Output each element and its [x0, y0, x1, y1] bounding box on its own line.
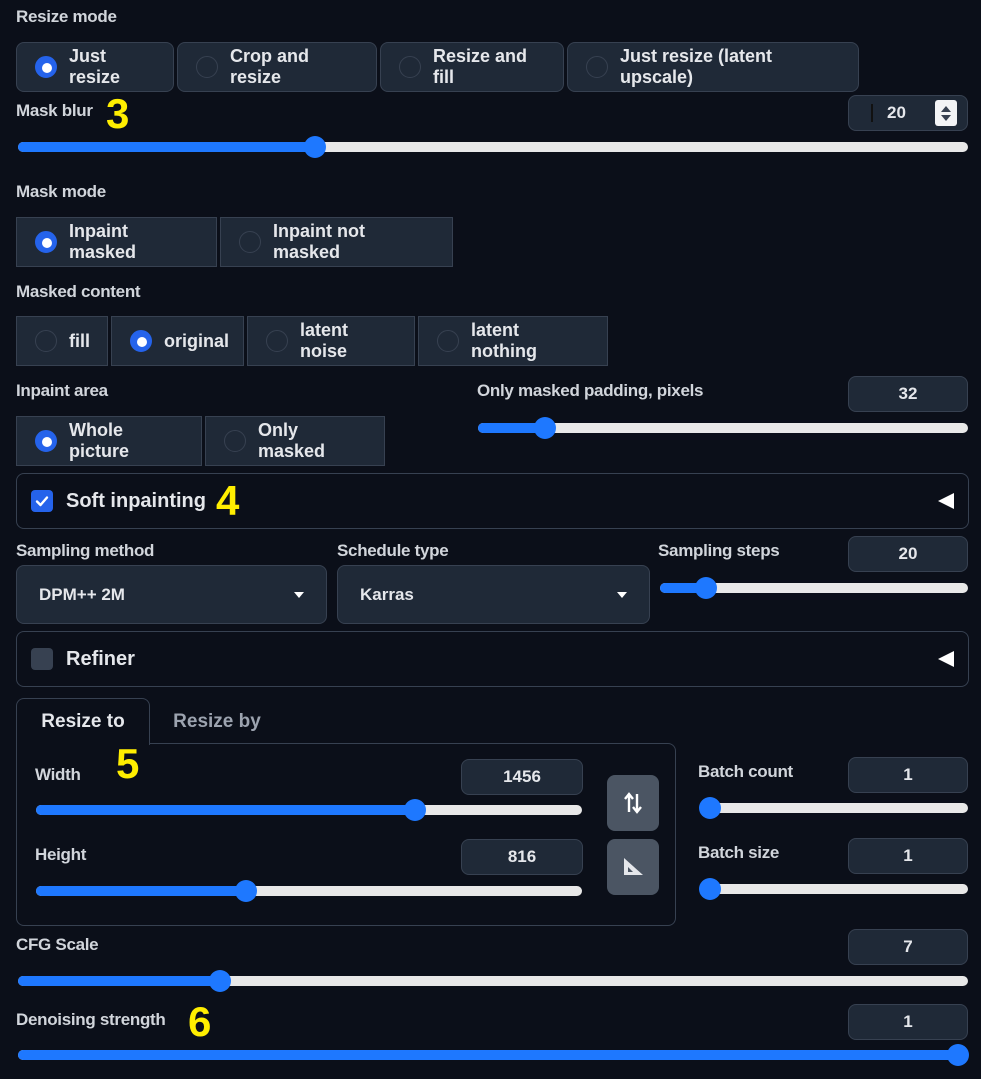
tab-resize-to[interactable]: Resize to	[16, 698, 150, 745]
height-number-input[interactable]: 816	[461, 839, 583, 875]
radio-resize-and-fill[interactable]: Resize and fill	[380, 42, 564, 92]
radio-indicator-selected	[35, 430, 57, 452]
cfg-scale-label: CFG Scale	[16, 935, 99, 954]
radio-crop-and-resize[interactable]: Crop and resize	[177, 42, 377, 92]
soft-inpainting-title: Soft inpainting	[66, 489, 206, 512]
radio-indicator	[586, 56, 608, 78]
width-number-input[interactable]: 1456	[461, 759, 583, 795]
annotation-6: 6	[188, 998, 212, 1045]
resize-mode-label: Resize mode	[16, 7, 117, 26]
batch-count-slider[interactable]	[699, 797, 968, 819]
mask-blur-label: Mask blur	[16, 101, 93, 120]
sampling-steps-slider[interactable]	[660, 577, 968, 599]
height-label: Height	[35, 845, 87, 864]
radio-indicator	[399, 56, 421, 78]
slider-thumb[interactable]	[695, 577, 718, 599]
slider-thumb[interactable]	[947, 1044, 969, 1066]
mask-mode-radio-group: Inpaint masked Inpaint not masked	[16, 217, 453, 267]
aspect-ratio-icon	[624, 858, 643, 875]
batch-size-slider[interactable]	[699, 878, 968, 900]
batch-count-number-input[interactable]: 1	[848, 757, 968, 793]
slider-thumb[interactable]	[534, 417, 557, 439]
chevron-down-icon	[294, 591, 304, 598]
sampling-method-label: Sampling method	[16, 541, 155, 560]
radio-whole-picture[interactable]: Whole picture	[16, 416, 202, 466]
sampling-steps-label: Sampling steps	[658, 541, 780, 560]
collapse-caret-icon[interactable]	[938, 651, 954, 667]
radio-original[interactable]: original	[111, 316, 244, 366]
text-cursor	[871, 104, 873, 122]
refiner-checkbox[interactable]	[31, 648, 53, 670]
inpaint-area-radio-group: Whole picture Only masked	[16, 416, 385, 466]
mask-mode-label: Mask mode	[16, 182, 106, 201]
width-slider[interactable]	[36, 799, 582, 821]
denoising-strength-label: Denoising strength	[16, 1010, 166, 1029]
masked-content-label: Masked content	[16, 282, 141, 301]
radio-just-resize[interactable]: Just resize	[16, 42, 174, 92]
radio-indicator	[266, 330, 288, 352]
slider-thumb[interactable]	[209, 970, 232, 992]
inpaint-area-label: Inpaint area	[16, 381, 108, 400]
schedule-type-label: Schedule type	[337, 541, 449, 560]
resize-mode-radio-group: Just resize Crop and resize Resize and f…	[16, 42, 859, 92]
swap-dimensions-button[interactable]	[607, 775, 659, 831]
checkmark-icon	[35, 496, 49, 507]
chevron-down-icon	[617, 591, 627, 598]
radio-latent-nothing[interactable]: latent nothing	[418, 316, 608, 366]
mask-blur-number-input[interactable]: 20	[848, 95, 968, 131]
masked-content-radio-group: fill original latent noise latent nothin…	[16, 316, 608, 366]
batch-size-label: Batch size	[698, 843, 780, 862]
soft-inpainting-checkbox[interactable]	[31, 490, 53, 512]
slider-thumb[interactable]	[303, 136, 326, 158]
radio-inpaint-masked[interactable]: Inpaint masked	[16, 217, 217, 267]
swap-dimensions-icon	[624, 792, 642, 814]
annotation-3: 3	[106, 90, 130, 137]
radio-just-resize-latent-upscale[interactable]: Just resize (latent upscale)	[567, 42, 859, 92]
radio-only-masked[interactable]: Only masked	[205, 416, 385, 466]
denoising-strength-slider[interactable]	[18, 1044, 969, 1066]
cfg-scale-slider[interactable]	[18, 970, 968, 992]
radio-indicator	[196, 56, 218, 78]
batch-count-label: Batch count	[698, 762, 793, 781]
height-slider[interactable]	[36, 880, 582, 902]
only-masked-padding-label: Only masked padding, pixels	[477, 381, 704, 400]
slider-thumb[interactable]	[699, 878, 721, 900]
aspect-ratio-button[interactable]	[607, 839, 659, 895]
radio-indicator	[224, 430, 246, 452]
batch-size-number-input[interactable]: 1	[848, 838, 968, 874]
collapse-caret-icon[interactable]	[938, 493, 954, 509]
refiner-accordion[interactable]: Refiner	[16, 631, 969, 687]
denoising-strength-number-input[interactable]: 1	[848, 1004, 968, 1040]
width-label: Width	[35, 765, 81, 784]
radio-indicator-selected	[130, 330, 152, 352]
radio-indicator	[239, 231, 261, 253]
radio-latent-noise[interactable]: latent noise	[247, 316, 415, 366]
annotation-5: 5	[116, 740, 140, 787]
radio-indicator-selected	[35, 56, 57, 78]
only-masked-padding-slider[interactable]	[478, 417, 968, 439]
tab-resize-by[interactable]: Resize by	[150, 698, 284, 745]
spinner-arrows-icon[interactable]	[935, 100, 957, 126]
annotation-4: 4	[216, 477, 240, 524]
sampling-steps-number-input[interactable]: 20	[848, 536, 968, 572]
refiner-title: Refiner	[66, 647, 135, 670]
radio-inpaint-not-masked[interactable]: Inpaint not masked	[220, 217, 453, 267]
radio-indicator-selected	[35, 231, 57, 253]
radio-indicator	[35, 330, 57, 352]
mask-blur-slider[interactable]	[18, 136, 968, 158]
sampling-method-dropdown[interactable]: DPM++ 2M	[16, 565, 327, 624]
radio-indicator	[437, 330, 459, 352]
radio-fill[interactable]: fill	[16, 316, 108, 366]
slider-thumb[interactable]	[699, 797, 721, 819]
only-masked-padding-number-input[interactable]: 32	[848, 376, 968, 412]
cfg-scale-number-input[interactable]: 7	[848, 929, 968, 965]
schedule-type-dropdown[interactable]: Karras	[337, 565, 650, 624]
soft-inpainting-accordion[interactable]: Soft inpainting	[16, 473, 969, 529]
